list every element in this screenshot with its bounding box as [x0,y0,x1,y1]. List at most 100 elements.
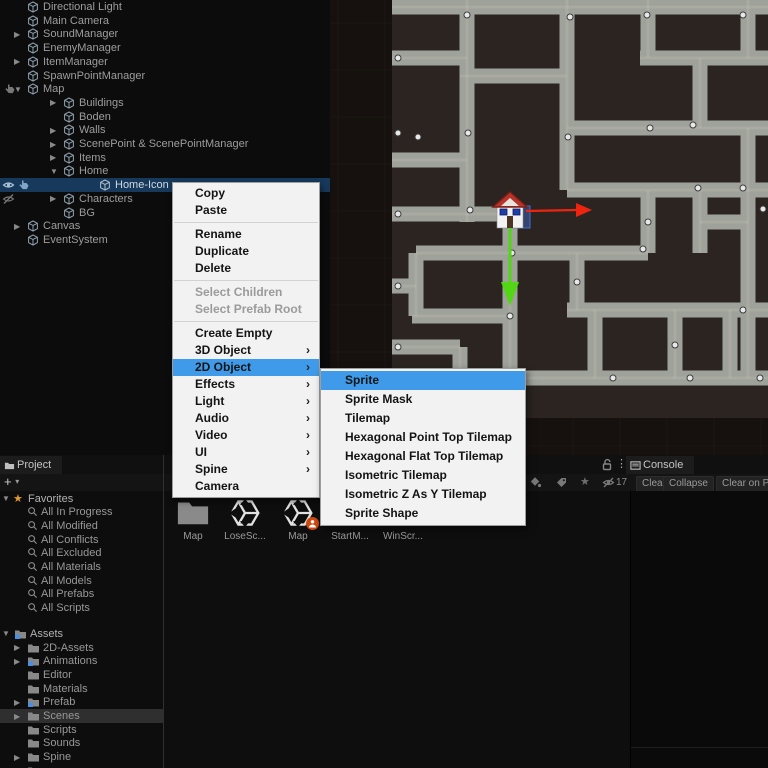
favorite-search-all-models[interactable]: All Models [0,574,163,588]
folder-scenes[interactable]: ▶ Scenes [0,709,163,723]
menu-item-spine[interactable]: Spine › [173,461,319,478]
favorite-search-all-scripts[interactable]: All Scripts [0,601,163,615]
foldout-closed-icon[interactable]: ▶ [14,57,20,66]
console-log-area[interactable] [630,491,768,768]
menu-separator [174,222,318,223]
hierarchy-item-itemmanager[interactable]: ▶ ItemManager [0,55,330,69]
foldout-closed-icon[interactable]: ▶ [50,140,56,149]
submenu-item-isometric-tilemap[interactable]: Isometric Tilemap [321,466,525,485]
gameobject-cube-icon [27,69,39,82]
menu-item-3d-object[interactable]: 3D Object › [173,342,319,359]
folder-spine[interactable]: ▶ Spine [0,750,163,764]
hierarchy-item-spawnpointmanager[interactable]: SpawnPointManager [0,69,330,83]
folder-materials[interactable]: Materials [0,682,163,696]
hierarchy-item-boden[interactable]: Boden [0,110,330,124]
foldout-closed-icon[interactable]: ▶ [14,698,20,707]
tab-project[interactable]: Project [0,456,62,474]
submenu-item-hexagonal-flat-top-tilemap[interactable]: Hexagonal Flat Top Tilemap [321,447,525,466]
foldout-closed-icon[interactable]: ▶ [14,712,20,721]
foldout-closed-icon[interactable]: ▶ [14,30,20,39]
foldout-closed-icon[interactable]: ▶ [50,194,56,203]
foldout-closed-icon[interactable]: ▶ [14,657,20,666]
hierarchy-item-main-camera[interactable]: Main Camera [0,14,330,28]
menu-item-paste[interactable]: Paste [173,202,319,219]
favorite-search-all-conflicts[interactable]: All Conflicts [0,533,163,547]
lock-icon[interactable] [601,458,614,471]
favorite-search-all-excluded[interactable]: All Excluded [0,546,163,560]
submenu-item-tilemap[interactable]: Tilemap [321,409,525,428]
folder-animations[interactable]: ▶ Animations [0,654,163,668]
menu-item-video[interactable]: Video › [173,427,319,444]
hierarchy-item-home[interactable]: ▼ Home [0,164,330,178]
favorite-search-all-in-progress[interactable]: All In Progress [0,505,163,519]
menu-item-label: Copy [195,186,225,200]
menu-item-create-empty[interactable]: Create Empty [173,325,319,342]
folder-icon [27,724,39,736]
favorite-search-all-modified[interactable]: All Modified [0,519,163,533]
folder-sounds[interactable]: Sounds [0,736,163,750]
asset-map[interactable]: Map [167,497,219,542]
favorite-search-all-materials[interactable]: All Materials [0,560,163,574]
favorites-root[interactable]: ▼ ★ Favorites [0,492,163,506]
asset-grid: Map LoseSc... Map StartM... WinScr... [164,491,630,768]
hierarchy-item-directional-light[interactable]: Directional Light [0,0,330,14]
menu-item-audio[interactable]: Audio › [173,410,319,427]
folder-partial[interactable]: ▶ [0,764,163,768]
submenu-item-isometric-z-as-y-tilemap[interactable]: Isometric Z As Y Tilemap [321,485,525,504]
gameobject-cube-icon [27,28,39,40]
hierarchy-item-soundmanager[interactable]: ▶ SoundManager [0,27,330,41]
menu-item-duplicate[interactable]: Duplicate [173,243,319,260]
hierarchy-item-scenepoint-scenepointmanager[interactable]: ▶ ScenePoint & ScenePointManager [0,137,330,151]
folder-icon [27,669,39,681]
assets-root[interactable]: ▼ Assets [0,627,163,641]
menu-item-light[interactable]: Light › [173,393,319,410]
foldout-open-icon[interactable]: ▼ [50,167,58,176]
menu-item-ui[interactable]: UI › [173,444,319,461]
foldout-closed-icon[interactable]: ▶ [14,222,20,231]
foldout-closed-icon[interactable]: ▶ [14,753,20,762]
menu-item-label: Paste [195,203,228,217]
hierarchy-item-label: Characters [79,192,133,205]
hierarchy-item-walls[interactable]: ▶ Walls [0,123,330,137]
foldout-open-icon[interactable]: ▼ [14,85,22,94]
submenu-item-sprite[interactable]: Sprite [321,371,525,390]
hierarchy-item-map[interactable]: ▼ Map [0,82,330,96]
hierarchy-item-enemymanager[interactable]: EnemyManager [0,41,330,55]
menu-item-2d-object[interactable]: 2D Object › [173,359,319,376]
menu-item-copy[interactable]: Copy [173,185,319,202]
label-tag-icon[interactable] [555,476,568,489]
eye-hidden-icon[interactable] [602,476,615,489]
folder-editor[interactable]: Editor [0,668,163,682]
console-button-collapse[interactable]: Collapse [663,475,714,492]
foldout-closed-icon[interactable]: ▶ [14,643,20,652]
asset-map[interactable]: Map [272,497,324,542]
hierarchy-item-items[interactable]: ▶ Items [0,151,330,165]
folder-2d-assets[interactable]: ▶ 2D-Assets [0,641,163,655]
foldout-closed-icon[interactable]: ▶ [50,98,56,107]
menu-item-rename[interactable]: Rename [173,226,319,243]
submenu-item-sprite-mask[interactable]: Sprite Mask [321,390,525,409]
add-asset-button[interactable]: + ▾ [4,474,19,490]
foldout-open-icon[interactable]: ▼ [2,629,10,638]
hierarchy-item-buildings[interactable]: ▶ Buildings [0,96,330,110]
foldout-closed-icon[interactable]: ▶ [50,153,56,162]
asset-losesc-[interactable]: LoseSc... [219,497,271,542]
menu-item-delete[interactable]: Delete [173,260,319,277]
menu-item-camera[interactable]: Camera [173,478,319,495]
foldout-open-icon[interactable]: ▼ [2,494,10,503]
submenu-item-sprite-shape[interactable]: Sprite Shape [321,504,525,523]
visibility-off-icon[interactable] [2,193,15,205]
pickable-hand-icon[interactable] [17,179,30,191]
foldout-closed-icon[interactable]: ▶ [50,126,56,135]
folder-scripts[interactable]: Scripts [0,723,163,737]
search-icon [27,588,39,600]
submenu-item-hexagonal-point-top-tilemap[interactable]: Hexagonal Point Top Tilemap [321,428,525,447]
visibility-eye-icon[interactable] [2,179,15,191]
favorite-search-all-prefabs[interactable]: All Prefabs [0,587,163,601]
menu-item-effects[interactable]: Effects › [173,376,319,393]
favorites-star-icon[interactable]: ★ [580,475,590,488]
folder-prefab[interactable]: ▶ Prefab [0,695,163,709]
paint-bucket-icon[interactable] [529,476,542,489]
console-button-clear-on-p[interactable]: Clear on P [716,475,768,492]
tab-console[interactable]: Console [626,456,694,474]
